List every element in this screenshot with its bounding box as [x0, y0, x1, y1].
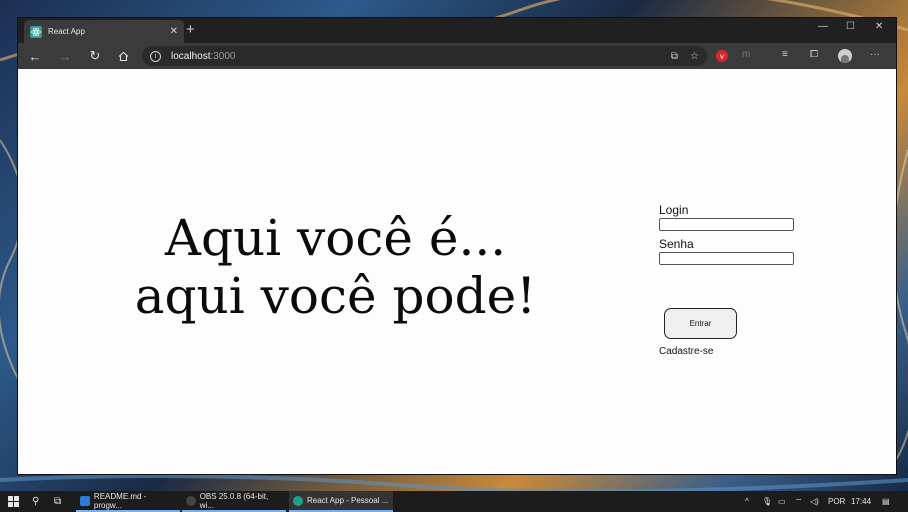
address-bar[interactable]: i localhost :3000 ⧉ ☆: [142, 46, 707, 66]
react-icon: [30, 25, 42, 38]
taskbar: ⚲ ⧉ README.md - progw... OBS 25.0.8 (64-…: [0, 491, 908, 512]
taskbar-item-label: OBS 25.0.8 (64-bit, wi...: [199, 491, 269, 510]
browser-window: React App ✕ + — ☐ ✕ ← → ↻ i localhost :3…: [18, 18, 896, 474]
edge-icon: [293, 495, 303, 506]
extension-2-icon[interactable]: m: [742, 49, 750, 60]
page-content: Aqui você é... aqui você pode! Login Sen…: [18, 69, 896, 474]
login-form: Login Senha: [659, 203, 794, 271]
taskbar-item-vscode[interactable]: README.md - progw...: [76, 491, 180, 512]
task-view-icon[interactable]: ⧉: [50, 491, 65, 512]
signup-link[interactable]: Cadastre-se: [659, 346, 713, 357]
close-tab-icon[interactable]: ✕: [170, 26, 178, 37]
new-tab-button[interactable]: +: [186, 21, 195, 38]
taskbar-item-label: README.md - progw...: [93, 491, 147, 510]
address-port: :3000: [210, 50, 236, 62]
volume-icon[interactable]: ◁): [810, 491, 819, 512]
favorite-star-icon[interactable]: ☆: [690, 51, 699, 62]
login-label: Login: [659, 203, 689, 217]
hero-heading: Aqui você é... aqui você pode!: [98, 209, 573, 325]
vscode-icon: [80, 495, 90, 506]
site-info-icon[interactable]: i: [150, 50, 161, 62]
more-menu-icon[interactable]: ···: [870, 49, 880, 60]
tab-react-app[interactable]: React App ✕: [24, 20, 184, 43]
collections-icon[interactable]: ⧠: [810, 49, 818, 60]
forward-icon[interactable]: →: [56, 47, 74, 65]
password-label: Senha: [659, 237, 694, 251]
password-input[interactable]: [659, 252, 794, 265]
tab-title: React App: [48, 27, 85, 36]
maximize-icon[interactable]: ☐: [846, 21, 855, 32]
obs-icon: [186, 495, 196, 506]
taskbar-item-obs[interactable]: OBS 25.0.8 (64-bit, wi...: [182, 491, 286, 512]
clock[interactable]: 17:44: [851, 491, 871, 512]
network-icon[interactable]: ⌔: [795, 491, 803, 512]
notifications-icon[interactable]: ▤: [882, 491, 890, 512]
login-input[interactable]: [659, 218, 794, 231]
hero-line-2: aqui você pode!: [134, 267, 537, 325]
hero-line-1: Aqui você é...: [164, 209, 507, 267]
profile-avatar[interactable]: [838, 49, 852, 63]
windows-start-icon[interactable]: [4, 491, 23, 512]
refresh-icon[interactable]: ↻: [86, 47, 104, 65]
entrar-button[interactable]: Entrar: [664, 308, 737, 339]
search-icon[interactable]: ⚲: [28, 491, 43, 512]
read-aloud-icon[interactable]: ⧉: [671, 51, 678, 62]
extension-icon[interactable]: v: [716, 50, 728, 62]
tray-chevron-icon[interactable]: ^: [745, 491, 749, 512]
minimize-icon[interactable]: —: [818, 21, 828, 32]
taskbar-item-edge[interactable]: React App - Pessoal ...: [289, 491, 393, 512]
browser-titlebar: React App ✕ + — ☐ ✕: [18, 18, 896, 43]
back-icon[interactable]: ←: [26, 47, 44, 65]
browser-toolbar: ← → ↻ i localhost :3000 ⧉ ☆ v m ≡ ⧠ ···: [18, 43, 896, 69]
language-indicator[interactable]: POR: [828, 491, 845, 512]
home-icon[interactable]: [114, 47, 132, 65]
close-window-icon[interactable]: ✕: [875, 21, 883, 32]
taskbar-item-label: React App - Pessoal ...: [307, 496, 389, 505]
address-host: localhost: [171, 50, 211, 62]
microphone-icon[interactable]: 🎙: [762, 491, 772, 512]
battery-icon[interactable]: ▭: [778, 491, 786, 512]
favorites-icon[interactable]: ≡: [782, 49, 788, 60]
